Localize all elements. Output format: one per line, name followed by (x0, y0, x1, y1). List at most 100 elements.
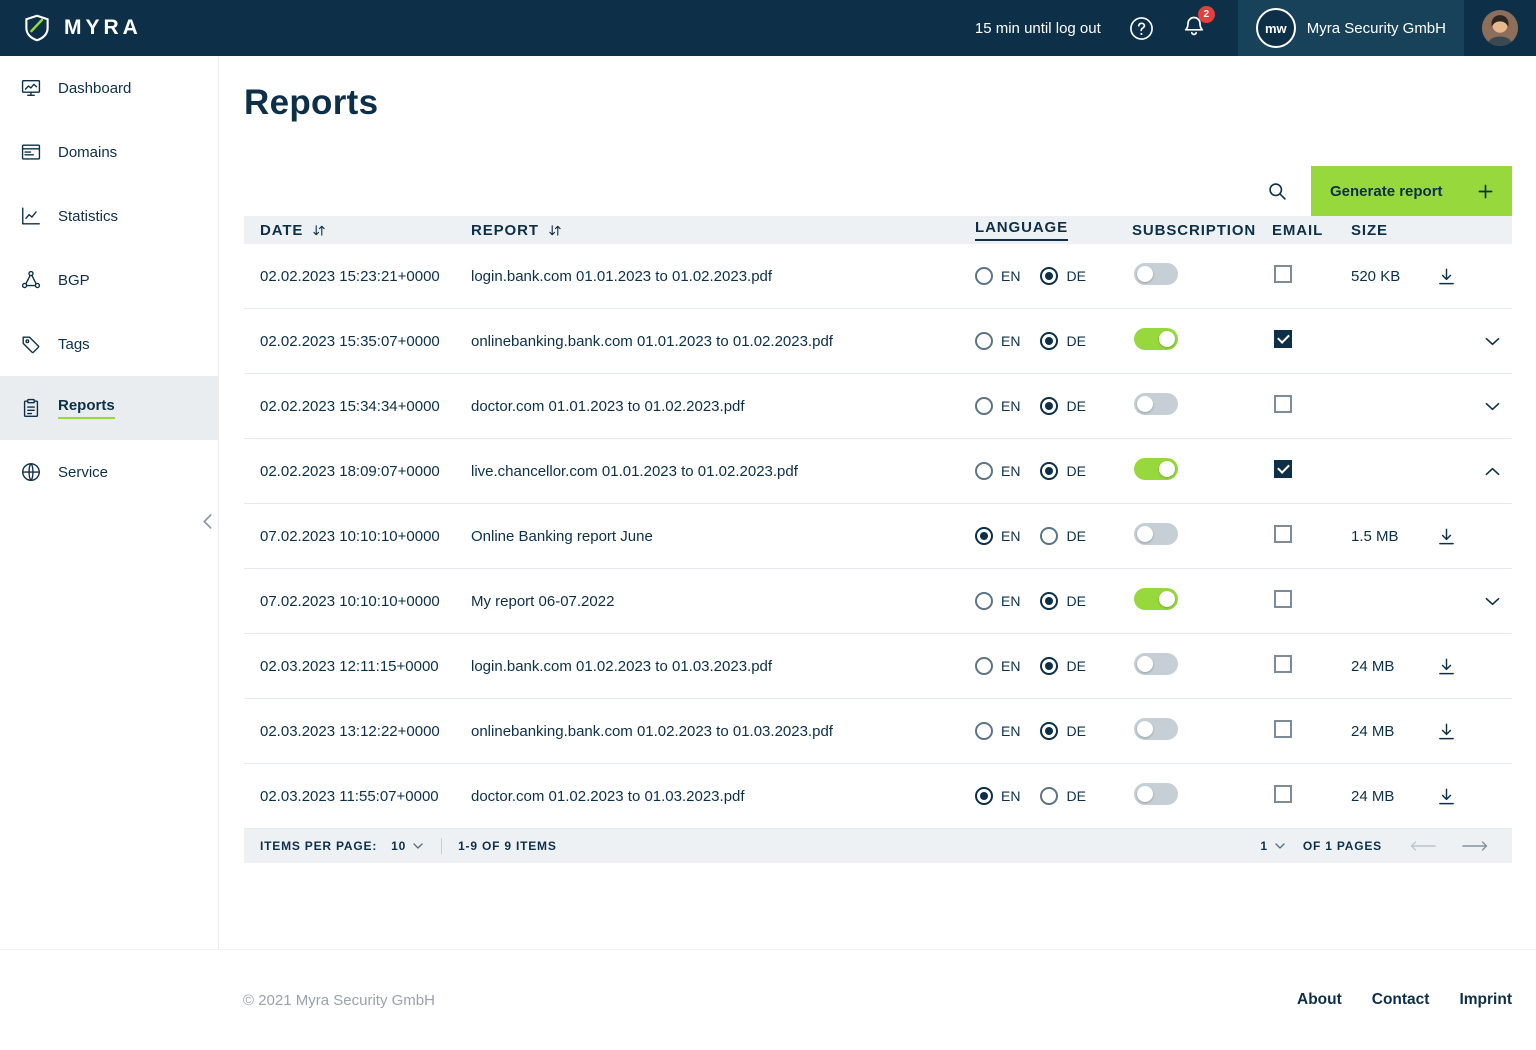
subscription-toggle[interactable] (1134, 328, 1178, 350)
row-actions (1437, 657, 1512, 676)
column-header-report[interactable]: REPORT (471, 222, 975, 239)
language-radio-en[interactable] (975, 332, 993, 350)
myra-logo[interactable]: MYRA (0, 12, 142, 44)
language-label-en: EN (1001, 398, 1020, 414)
sidebar-item-service[interactable]: Service (0, 440, 218, 504)
sidebar-item-dashboard[interactable]: Dashboard (0, 56, 218, 120)
subscription-toggle[interactable] (1134, 653, 1178, 675)
user-avatar[interactable] (1481, 9, 1519, 47)
language-radio-de[interactable] (1040, 397, 1058, 415)
subscription-toggle[interactable] (1134, 523, 1178, 545)
sidebar-item-domains[interactable]: Domains (0, 120, 218, 184)
email-checkbox[interactable] (1274, 460, 1292, 478)
brand-name: MYRA (64, 16, 142, 40)
language-radio-en[interactable] (975, 462, 993, 480)
search-icon[interactable] (1267, 181, 1287, 201)
pagination-bar: ITEMS PER PAGE: 10 1-9 OF 9 ITEMS 1 OF 1… (244, 829, 1512, 863)
language-radio-de[interactable] (1040, 332, 1058, 350)
table-row: 02.02.2023 15:35:07+0000 onlinebanking.b… (244, 309, 1512, 374)
report-date: 02.02.2023 15:34:34+0000 (244, 398, 471, 415)
chevron-down-icon[interactable] (1485, 337, 1500, 346)
column-header-date[interactable]: DATE (244, 222, 471, 239)
next-page-button[interactable] (1462, 840, 1488, 852)
language-radio-en[interactable] (975, 267, 993, 285)
language-radio-de[interactable] (1040, 592, 1058, 610)
row-actions (1437, 337, 1512, 346)
download-icon[interactable] (1437, 657, 1456, 676)
chevron-up-icon[interactable] (1485, 467, 1500, 476)
language-label-de: DE (1066, 398, 1085, 414)
language-radio-de[interactable] (1040, 267, 1058, 285)
footer-links: About Contact Imprint (1297, 991, 1512, 1009)
subscription-toggle[interactable] (1134, 718, 1178, 740)
report-name: onlinebanking.bank.com 01.02.2023 to 01.… (471, 723, 975, 740)
toggle-knob (1137, 526, 1153, 542)
email-checkbox[interactable] (1274, 720, 1292, 738)
report-size: 24 MB (1351, 658, 1437, 675)
sidebar-item-bgp[interactable]: BGP (0, 248, 218, 312)
body-row: Dashboard Domains Statistics BGP Tags Re… (0, 56, 1536, 949)
language-radio-de[interactable] (1040, 657, 1058, 675)
generate-report-button[interactable]: Generate report (1311, 166, 1512, 216)
subscription-toggle[interactable] (1134, 393, 1178, 415)
toggle-knob (1137, 656, 1153, 672)
report-name: login.bank.com 01.01.2023 to 01.02.2023.… (471, 268, 975, 285)
help-icon[interactable] (1129, 16, 1154, 41)
language-radio-de[interactable] (1040, 722, 1058, 740)
toggle-knob (1137, 786, 1153, 802)
email-checkbox[interactable] (1274, 330, 1292, 348)
email-checkbox[interactable] (1274, 525, 1292, 543)
download-icon[interactable] (1437, 527, 1456, 546)
footer-link-contact[interactable]: Contact (1372, 991, 1430, 1009)
notification-badge: 2 (1198, 6, 1215, 23)
sidebar-item-tags[interactable]: Tags (0, 312, 218, 376)
sidebar-item-reports[interactable]: Reports (0, 376, 218, 440)
notifications-button[interactable]: 2 (1182, 14, 1206, 43)
toggle-knob (1159, 591, 1175, 607)
email-checkbox[interactable] (1274, 785, 1292, 803)
sidebar-item-statistics[interactable]: Statistics (0, 184, 218, 248)
language-radio-de[interactable] (1040, 462, 1058, 480)
chevron-down-icon[interactable] (1485, 402, 1500, 411)
report-date: 02.02.2023 15:23:21+0000 (244, 268, 471, 285)
sidebar-item-label: BGP (58, 272, 90, 289)
language-radio-en[interactable] (975, 527, 993, 545)
subscription-toggle[interactable] (1134, 783, 1178, 805)
copyright: © 2021 Myra Security GmbH (243, 992, 435, 1009)
size-header-label: SIZE (1351, 222, 1388, 239)
sort-icon[interactable] (312, 224, 326, 237)
column-header-email: EMAIL (1272, 222, 1351, 239)
email-checkbox[interactable] (1274, 590, 1292, 608)
page-select[interactable]: 1 (1260, 839, 1284, 853)
language-radio-de[interactable] (1040, 787, 1058, 805)
subscription-toggle[interactable] (1134, 263, 1178, 285)
toggle-knob (1137, 396, 1153, 412)
language-radio-en[interactable] (975, 722, 993, 740)
chevron-down-icon[interactable] (1485, 597, 1500, 606)
prev-page-button[interactable] (1410, 840, 1436, 852)
report-date: 07.02.2023 10:10:10+0000 (244, 528, 471, 545)
subscription-toggle[interactable] (1134, 588, 1178, 610)
sort-icon[interactable] (548, 224, 562, 237)
footer-link-imprint[interactable]: Imprint (1459, 991, 1512, 1009)
download-icon[interactable] (1437, 787, 1456, 806)
items-per-page-select[interactable]: 10 (391, 839, 423, 853)
language-label-de: DE (1066, 268, 1085, 284)
language-label-en: EN (1001, 723, 1020, 739)
sidebar-collapse-button[interactable] (203, 514, 212, 529)
language-radio-de[interactable] (1040, 527, 1058, 545)
download-icon[interactable] (1437, 267, 1456, 286)
language-radio-en[interactable] (975, 592, 993, 610)
language-radio-en[interactable] (975, 657, 993, 675)
subscription-toggle[interactable] (1134, 458, 1178, 480)
tenant-selector[interactable]: mw Myra Security GmbH (1238, 0, 1464, 56)
language-radio-en[interactable] (975, 397, 993, 415)
main-content: Reports Generate report DATE REPORT (219, 56, 1536, 949)
footer-link-about[interactable]: About (1297, 991, 1342, 1009)
language-radio-en[interactable] (975, 787, 993, 805)
language-label-en: EN (1001, 528, 1020, 544)
email-checkbox[interactable] (1274, 265, 1292, 283)
download-icon[interactable] (1437, 722, 1456, 741)
email-checkbox[interactable] (1274, 655, 1292, 673)
email-checkbox[interactable] (1274, 395, 1292, 413)
